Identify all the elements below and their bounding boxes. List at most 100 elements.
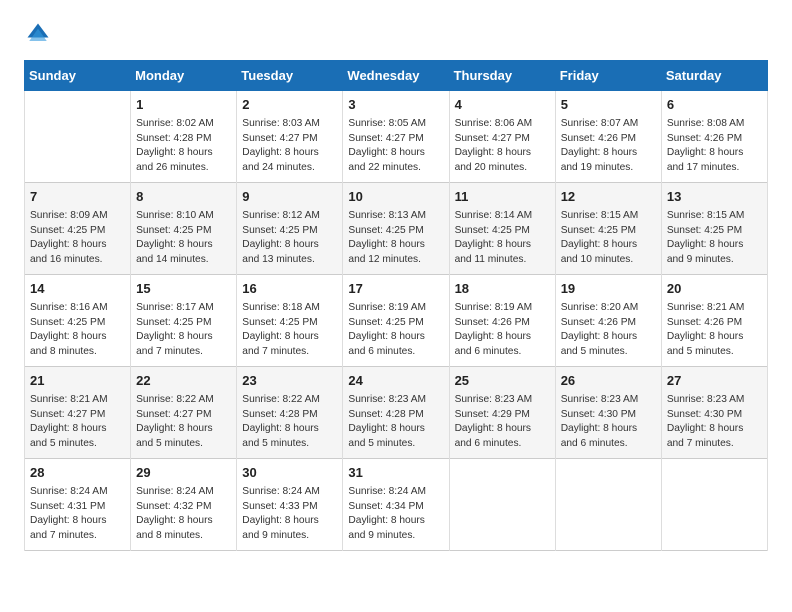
day-number: 18 (455, 280, 550, 299)
cell-content: Sunrise: 8:24 AM Sunset: 4:33 PM Dayligh… (242, 485, 337, 544)
calendar-cell: 20Sunrise: 8:21 AM Sunset: 4:26 PM Dayli… (661, 274, 767, 366)
logo (24, 20, 56, 48)
day-number: 26 (561, 372, 656, 391)
cell-content: Sunrise: 8:13 AM Sunset: 4:25 PM Dayligh… (348, 209, 443, 268)
column-header-sunday: Sunday (25, 61, 131, 91)
cell-content: Sunrise: 8:08 AM Sunset: 4:26 PM Dayligh… (667, 117, 762, 176)
cell-content: Sunrise: 8:20 AM Sunset: 4:26 PM Dayligh… (561, 301, 656, 360)
calendar-cell: 7 Sunrise: 8:09 AM Sunset: 4:25 PM Daylig… (25, 182, 131, 274)
calendar-cell: 5 Sunrise: 8:07 AM Sunset: 4:26 PM Daylig… (555, 91, 661, 183)
calendar-cell: 16 Sunrise: 8:18 AM Sunset: 4:25 PM Dayli… (237, 274, 343, 366)
column-header-saturday: Saturday (661, 61, 767, 91)
day-number: 8 (136, 188, 231, 207)
calendar-cell: 22 Sunrise: 8:22 AM Sunset: 4:27 PM Dayli… (131, 366, 237, 458)
calendar-cell: 24 Sunrise: 8:23 AM Sunset: 4:28 PM Dayli… (343, 366, 449, 458)
calendar-cell: 28Sunrise: 8:24 AM Sunset: 4:31 PM Dayli… (25, 458, 131, 550)
calendar-cell: 23 Sunrise: 8:22 AM Sunset: 4:28 PM Dayli… (237, 366, 343, 458)
calendar-row: 28Sunrise: 8:24 AM Sunset: 4:31 PM Dayli… (25, 458, 768, 550)
calendar-cell: 2 Sunrise: 8:03 AM Sunset: 4:27 PM Daylig… (237, 91, 343, 183)
cell-content: Sunrise: 8:22 AM Sunset: 4:27 PM Dayligh… (136, 393, 231, 452)
calendar-cell (661, 458, 767, 550)
cell-content: Sunrise: 8:23 AM Sunset: 4:30 PM Dayligh… (667, 393, 762, 452)
day-number: 11 (455, 188, 550, 207)
day-number: 23 (242, 372, 337, 391)
cell-content: Sunrise: 8:07 AM Sunset: 4:26 PM Dayligh… (561, 117, 656, 176)
day-number: 2 (242, 96, 337, 115)
cell-content: Sunrise: 8:15 AM Sunset: 4:25 PM Dayligh… (561, 209, 656, 268)
calendar-cell: 25 Sunrise: 8:23 AM Sunset: 4:29 PM Dayli… (449, 366, 555, 458)
day-number: 5 (561, 96, 656, 115)
logo-icon (24, 20, 52, 48)
cell-content: Sunrise: 8:18 AM Sunset: 4:25 PM Dayligh… (242, 301, 337, 360)
calendar-cell: 19 Sunrise: 8:20 AM Sunset: 4:26 PM Dayli… (555, 274, 661, 366)
cell-content: Sunrise: 8:16 AM Sunset: 4:25 PM Dayligh… (30, 301, 125, 360)
calendar-cell: 4Sunrise: 8:06 AM Sunset: 4:27 PM Daylig… (449, 91, 555, 183)
calendar-cell (449, 458, 555, 550)
column-header-friday: Friday (555, 61, 661, 91)
cell-content: Sunrise: 8:22 AM Sunset: 4:28 PM Dayligh… (242, 393, 337, 452)
cell-content: Sunrise: 8:21 AM Sunset: 4:26 PM Dayligh… (667, 301, 762, 360)
cell-content: Sunrise: 8:24 AM Sunset: 4:34 PM Dayligh… (348, 485, 443, 544)
cell-content: Sunrise: 8:23 AM Sunset: 4:30 PM Dayligh… (561, 393, 656, 452)
calendar-table: SundayMondayTuesdayWednesdayThursdayFrid… (24, 60, 768, 551)
calendar-cell: 3 Sunrise: 8:05 AM Sunset: 4:27 PM Daylig… (343, 91, 449, 183)
cell-content: Sunrise: 8:19 AM Sunset: 4:26 PM Dayligh… (455, 301, 550, 360)
calendar-row: 21 Sunrise: 8:21 AM Sunset: 4:27 PM Dayli… (25, 366, 768, 458)
column-header-wednesday: Wednesday (343, 61, 449, 91)
calendar-cell: 12 Sunrise: 8:15 AM Sunset: 4:25 PM Dayli… (555, 182, 661, 274)
day-number: 3 (348, 96, 443, 115)
day-number: 14 (30, 280, 125, 299)
calendar-cell: 15Sunrise: 8:17 AM Sunset: 4:25 PM Dayli… (131, 274, 237, 366)
calendar-cell: 14 Sunrise: 8:16 AM Sunset: 4:25 PM Dayli… (25, 274, 131, 366)
calendar-cell: 27 Sunrise: 8:23 AM Sunset: 4:30 PM Dayli… (661, 366, 767, 458)
day-number: 9 (242, 188, 337, 207)
day-number: 7 (30, 188, 125, 207)
day-number: 30 (242, 464, 337, 483)
calendar-cell: 31Sunrise: 8:24 AM Sunset: 4:34 PM Dayli… (343, 458, 449, 550)
calendar-cell (555, 458, 661, 550)
calendar-cell: 11 Sunrise: 8:14 AM Sunset: 4:25 PM Dayli… (449, 182, 555, 274)
day-number: 1 (136, 96, 231, 115)
calendar-cell: 1 Sunrise: 8:02 AM Sunset: 4:28 PM Daylig… (131, 91, 237, 183)
calendar-cell: 18 Sunrise: 8:19 AM Sunset: 4:26 PM Dayli… (449, 274, 555, 366)
cell-content: Sunrise: 8:02 AM Sunset: 4:28 PM Dayligh… (136, 117, 231, 176)
cell-content: Sunrise: 8:24 AM Sunset: 4:32 PM Dayligh… (136, 485, 231, 544)
cell-content: Sunrise: 8:15 AM Sunset: 4:25 PM Dayligh… (667, 209, 762, 268)
cell-content: Sunrise: 8:23 AM Sunset: 4:28 PM Dayligh… (348, 393, 443, 452)
day-number: 17 (348, 280, 443, 299)
calendar-cell: 6Sunrise: 8:08 AM Sunset: 4:26 PM Daylig… (661, 91, 767, 183)
cell-content: Sunrise: 8:12 AM Sunset: 4:25 PM Dayligh… (242, 209, 337, 268)
cell-content: Sunrise: 8:14 AM Sunset: 4:25 PM Dayligh… (455, 209, 550, 268)
day-number: 27 (667, 372, 762, 391)
cell-content: Sunrise: 8:10 AM Sunset: 4:25 PM Dayligh… (136, 209, 231, 268)
cell-content: Sunrise: 8:03 AM Sunset: 4:27 PM Dayligh… (242, 117, 337, 176)
calendar-cell: 13 Sunrise: 8:15 AM Sunset: 4:25 PM Dayli… (661, 182, 767, 274)
cell-content: Sunrise: 8:19 AM Sunset: 4:25 PM Dayligh… (348, 301, 443, 360)
day-number: 25 (455, 372, 550, 391)
day-number: 24 (348, 372, 443, 391)
calendar-row: 7 Sunrise: 8:09 AM Sunset: 4:25 PM Daylig… (25, 182, 768, 274)
calendar-cell: 30 Sunrise: 8:24 AM Sunset: 4:33 PM Dayli… (237, 458, 343, 550)
day-number: 19 (561, 280, 656, 299)
calendar-row: 1 Sunrise: 8:02 AM Sunset: 4:28 PM Daylig… (25, 91, 768, 183)
calendar-cell: 26 Sunrise: 8:23 AM Sunset: 4:30 PM Dayli… (555, 366, 661, 458)
cell-content: Sunrise: 8:24 AM Sunset: 4:31 PM Dayligh… (30, 485, 125, 544)
cell-content: Sunrise: 8:23 AM Sunset: 4:29 PM Dayligh… (455, 393, 550, 452)
column-header-thursday: Thursday (449, 61, 555, 91)
day-number: 4 (455, 96, 550, 115)
calendar-header-row: SundayMondayTuesdayWednesdayThursdayFrid… (25, 61, 768, 91)
cell-content: Sunrise: 8:09 AM Sunset: 4:25 PM Dayligh… (30, 209, 125, 268)
day-number: 21 (30, 372, 125, 391)
cell-content: Sunrise: 8:21 AM Sunset: 4:27 PM Dayligh… (30, 393, 125, 452)
calendar-cell (25, 91, 131, 183)
day-number: 16 (242, 280, 337, 299)
day-number: 13 (667, 188, 762, 207)
day-number: 12 (561, 188, 656, 207)
calendar-row: 14 Sunrise: 8:16 AM Sunset: 4:25 PM Dayli… (25, 274, 768, 366)
day-number: 29 (136, 464, 231, 483)
cell-content: Sunrise: 8:05 AM Sunset: 4:27 PM Dayligh… (348, 117, 443, 176)
calendar-cell: 9 Sunrise: 8:12 AM Sunset: 4:25 PM Daylig… (237, 182, 343, 274)
day-number: 22 (136, 372, 231, 391)
page-header (24, 20, 768, 48)
day-number: 10 (348, 188, 443, 207)
